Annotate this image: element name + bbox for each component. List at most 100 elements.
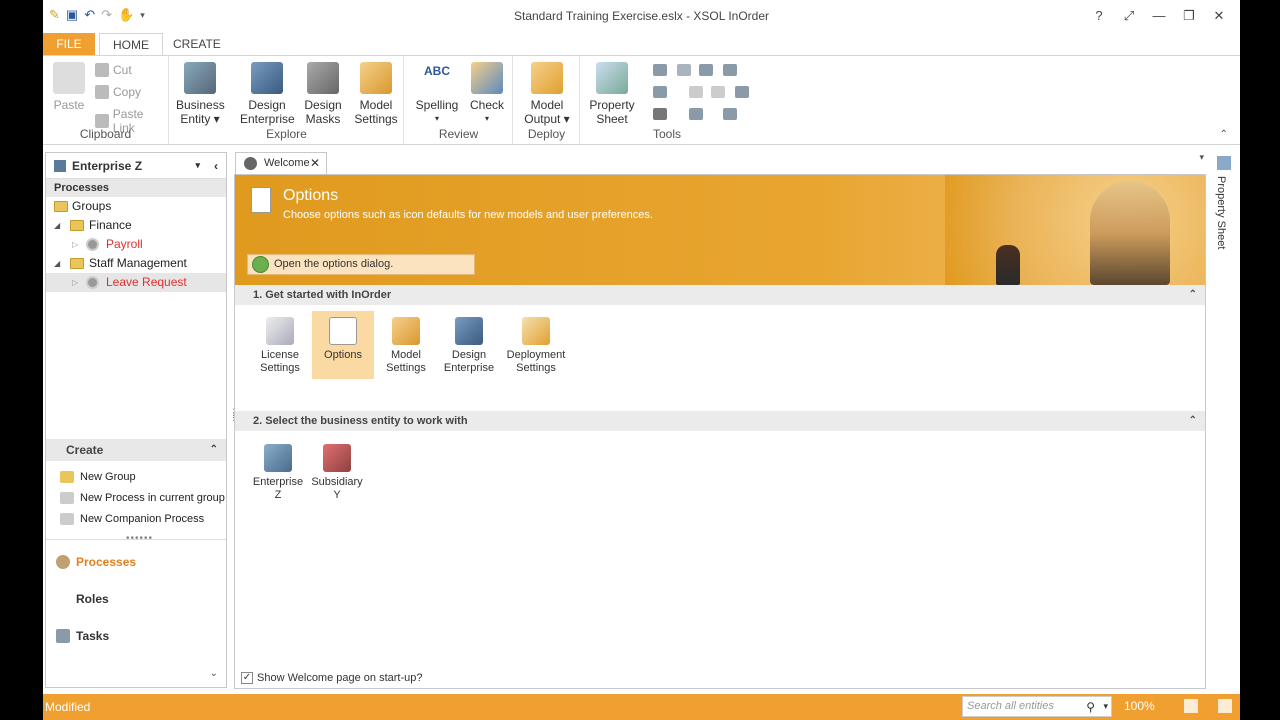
tree-item-finance[interactable]: ◢ Finance [46, 216, 226, 235]
tree-item-payroll[interactable]: ▷ Payroll [46, 235, 226, 254]
close-button[interactable]: ✕ [1204, 6, 1234, 26]
paste-button[interactable]: Paste [51, 62, 87, 112]
fullscreen-button[interactable]: ⤢ [1114, 6, 1144, 26]
section-business-entity-header[interactable]: 2. Select the business entity to work wi… [235, 411, 1205, 431]
expanded-arrow-icon[interactable]: ◢ [54, 254, 60, 273]
restore-button[interactable]: ❐ [1174, 6, 1204, 26]
welcome-tab-label: Welcome [264, 157, 310, 169]
deploy-group: Model Output ▾ Deploy [514, 56, 580, 144]
tool-filter-icon[interactable] [735, 86, 749, 98]
tool-tree-icon[interactable] [723, 64, 737, 76]
business-entity-label-2: Entity ▾ [180, 112, 220, 126]
tab-home[interactable]: HOME [99, 33, 163, 55]
tool-add-icon[interactable] [699, 64, 713, 76]
tile-model-settings[interactable]: Model Settings [375, 311, 437, 375]
nav-more-chevron-icon[interactable]: ⌄ [210, 668, 218, 679]
review-group: ABC Spelling ▾ Check ▾ Review [405, 56, 513, 144]
tile-subsidiary-y[interactable]: Subsidiary Y [306, 438, 368, 502]
spelling-dropdown-arrow[interactable]: ▾ [415, 112, 459, 126]
tool-check-icon[interactable] [653, 64, 667, 76]
collapse-panel-icon[interactable]: ‹ [214, 159, 218, 173]
roles-icon [56, 592, 70, 606]
delete-icon[interactable] [653, 108, 667, 120]
folder-icon [54, 201, 68, 212]
minimize-button[interactable]: — [1144, 6, 1174, 26]
zoom-level[interactable]: 100% [1124, 699, 1155, 713]
business-entity-button[interactable]: Business Entity ▾ [176, 62, 225, 126]
tool-minus-icon[interactable] [677, 64, 691, 76]
collapsed-arrow-icon[interactable]: ▷ [72, 273, 78, 292]
copy-button[interactable]: Copy [95, 85, 141, 99]
checkbox-checked-icon[interactable]: ✓ [241, 672, 253, 684]
enterprise-selector[interactable]: Enterprise Z ▾ ‹ [46, 153, 226, 179]
search-options-chevron-icon[interactable]: ▾ [1103, 697, 1108, 716]
sort-descending-icon[interactable] [723, 108, 737, 120]
design-masks-button[interactable]: Design Masks [303, 62, 343, 126]
fit-page-icon[interactable] [1184, 699, 1198, 713]
collapsed-arrow-icon[interactable]: ▷ [72, 235, 78, 254]
move-down-icon[interactable] [711, 86, 725, 98]
tab-welcome[interactable]: Welcome ✕ [235, 152, 327, 174]
new-process-icon [60, 492, 74, 504]
check-dropdown-arrow[interactable]: ▾ [467, 112, 507, 126]
help-button[interactable]: ? [1084, 6, 1114, 26]
model-tile-label-1: Model [391, 349, 421, 361]
tile-deployment-settings[interactable]: Deployment Settings [501, 311, 571, 375]
tree-item-staff-management[interactable]: ◢ Staff Management [46, 254, 226, 273]
chevron-down-icon[interactable]: ▾ [195, 160, 200, 171]
paste-icon [53, 62, 85, 94]
property-sheet-sidebar[interactable]: Property Sheet [1211, 152, 1238, 688]
collapse-section-icon[interactable]: ⌃ [1189, 411, 1197, 431]
nav-roles[interactable]: Roles [56, 592, 109, 606]
cut-label: Cut [113, 63, 132, 77]
show-welcome-label: Show Welcome page on start-up? [257, 672, 423, 684]
check-button[interactable]: Check ▾ [467, 62, 507, 126]
tab-list-chevron-icon[interactable]: ▾ [1199, 152, 1204, 163]
tree-item-leave-request[interactable]: ▷ Leave Request [46, 273, 226, 292]
processes-icon [56, 555, 70, 569]
tile-options[interactable]: Options [312, 311, 374, 379]
collapse-section-icon[interactable]: ⌃ [1189, 285, 1197, 305]
tree-item-groups[interactable]: Groups [46, 197, 226, 216]
tile-design-enterprise[interactable]: Design Enterprise [438, 311, 500, 375]
nav-tasks[interactable]: Tasks [56, 629, 109, 643]
enterprise-tile-label-2: Z [274, 489, 282, 501]
move-up-icon[interactable] [689, 86, 703, 98]
new-companion-process-link[interactable]: New Companion Process [60, 513, 204, 525]
design-enterprise-button[interactable]: Design Enterprise [240, 62, 295, 126]
new-group-link[interactable]: New Group [60, 471, 136, 483]
section-get-started-header[interactable]: 1. Get started with InOrder ⌃ [235, 285, 1205, 305]
create-section-header[interactable]: Create ⌃ [46, 439, 226, 461]
search-all-entities-input[interactable]: Search all entities ⚲ ▾ [962, 696, 1112, 717]
ribbon: Paste Cut Copy Paste Link Clipboard Busi… [43, 55, 1240, 145]
sort-ascending-icon[interactable] [689, 108, 703, 120]
go-arrow-icon [252, 256, 269, 273]
model-output-label-2: Output ▾ [524, 112, 570, 126]
expanded-arrow-icon[interactable]: ◢ [54, 216, 60, 235]
collapse-ribbon-icon[interactable]: ⌃ [1220, 129, 1228, 140]
tile-enterprise-z[interactable]: Enterprise Z [247, 438, 309, 502]
model-settings-label-1: Model [359, 98, 393, 112]
model-output-button[interactable]: Model Output ▾ [522, 62, 572, 126]
close-tab-icon[interactable]: ✕ [310, 153, 320, 173]
tab-file[interactable]: FILE [43, 33, 95, 55]
tool-merge-icon[interactable] [653, 86, 667, 98]
open-options-dialog-button[interactable]: Open the options dialog. [247, 254, 475, 275]
collapse-create-icon[interactable]: ⌃ [210, 439, 218, 461]
new-process-link[interactable]: New Process in current group [60, 492, 225, 504]
tile-license-settings[interactable]: License Settings [249, 311, 311, 375]
tab-create[interactable]: CREATE [160, 33, 234, 55]
spelling-button[interactable]: ABC Spelling ▾ [415, 62, 459, 126]
document-tabs: Welcome ✕ ▾ [233, 150, 1208, 174]
cut-button[interactable]: Cut [95, 63, 132, 77]
nav-processes[interactable]: Processes [56, 555, 136, 569]
explore-group-label: Explore [266, 127, 307, 141]
property-sheet-label-2: Sheet [596, 112, 628, 126]
scissors-icon [95, 63, 109, 77]
show-welcome-checkbox[interactable]: ✓ Show Welcome page on start-up? [241, 672, 423, 684]
property-sheet-button[interactable]: Property Sheet [587, 62, 637, 126]
settings-icon[interactable] [1218, 699, 1232, 713]
model-settings-button[interactable]: Model Settings [354, 62, 398, 126]
design-tile-label-1: Design [451, 349, 487, 361]
search-icon[interactable]: ⚲ [1086, 698, 1095, 717]
